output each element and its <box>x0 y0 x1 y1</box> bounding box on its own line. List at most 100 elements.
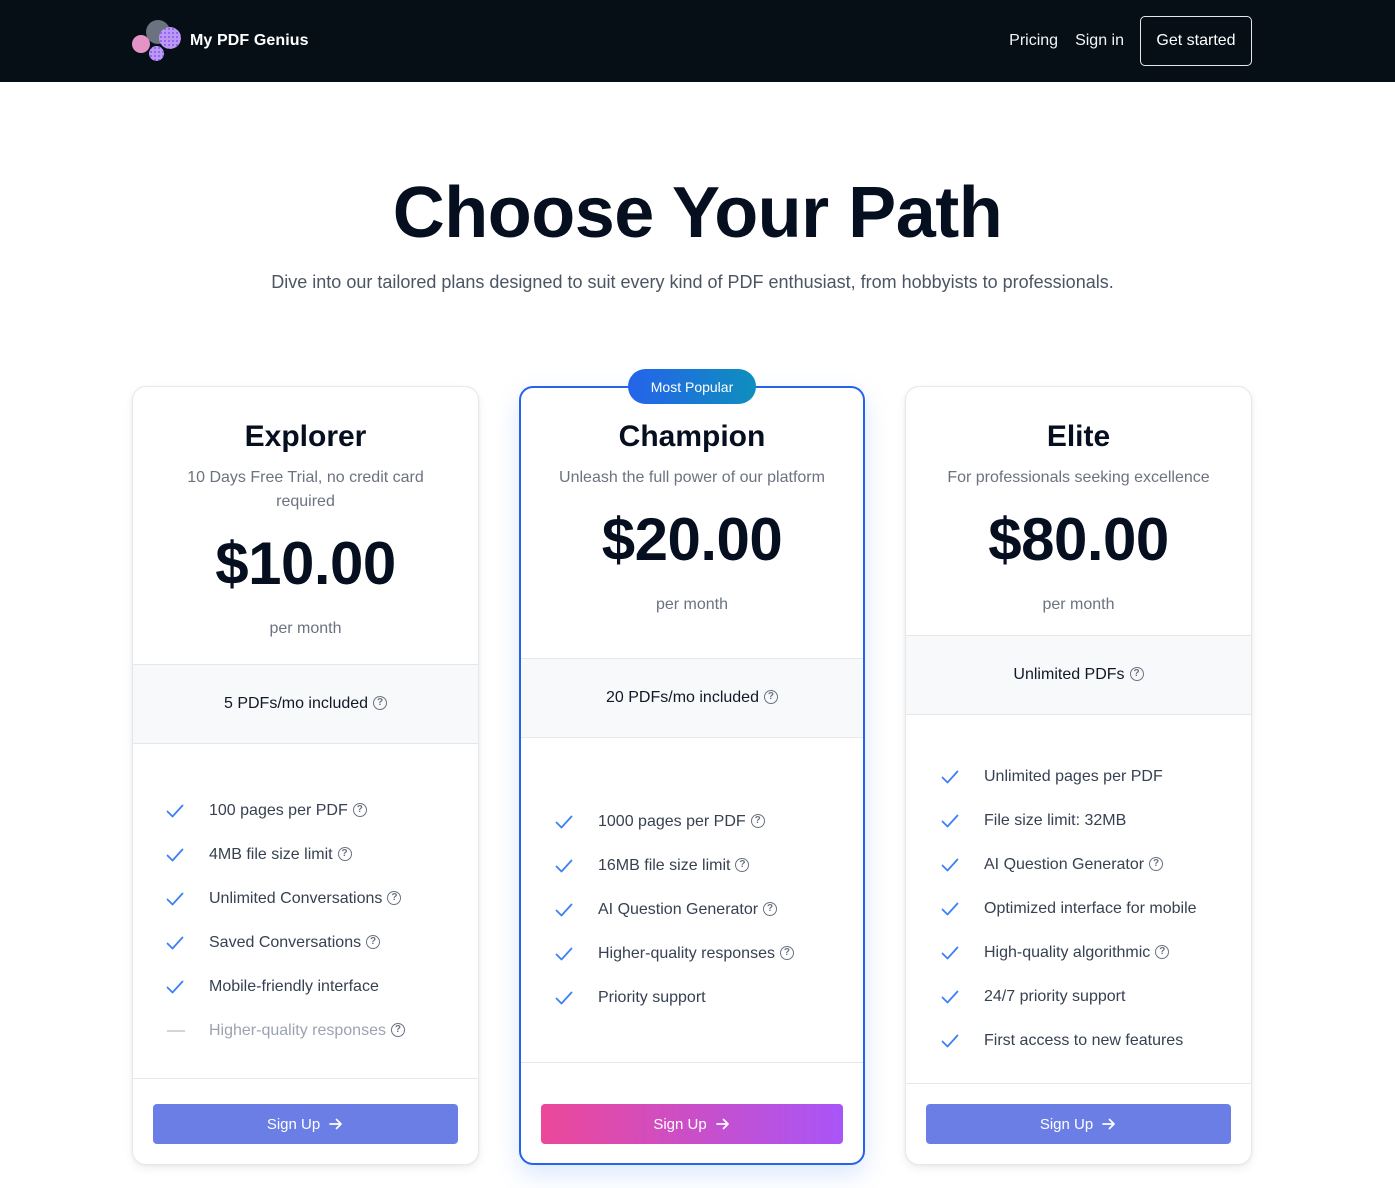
page-title: Choose Your Path <box>392 173 1003 253</box>
arrow-right-icon <box>1101 1116 1117 1132</box>
get-started-button[interactable]: Get started <box>1140 16 1252 66</box>
feature-item: 16MB file size limit ? <box>554 844 843 888</box>
feature-item: 4MB file size limit ? <box>165 833 458 877</box>
plan-header: Elite For professionals seeking excellen… <box>906 420 1251 614</box>
nav-link-sign-in[interactable]: Sign in <box>1075 32 1124 50</box>
most-popular-badge: Most Popular <box>628 369 756 404</box>
arrow-right-icon <box>715 1116 731 1132</box>
feature-label: 100 pages per PDF <box>209 802 348 819</box>
plan-price: $10.00 <box>215 530 396 597</box>
brand-logo-link[interactable]: My PDF Genius <box>132 19 309 63</box>
plan-card-explorer: Explorer 10 Days Free Trial, no credit c… <box>132 386 479 1165</box>
dash-icon <box>167 1030 185 1032</box>
check-icon <box>554 856 574 876</box>
plan-quota: Unlimited PDFs ? <box>906 635 1251 715</box>
help-icon[interactable]: ? <box>763 690 778 704</box>
plan-description: Unleash the full power of our platform <box>559 469 825 486</box>
help-icon[interactable]: ? <box>763 902 778 916</box>
feature-label: First access to new features <box>984 1032 1184 1049</box>
feature-list: 1000 pages per PDF ? 16MB file size limi… <box>554 800 843 1020</box>
plan-description: 10 Days Free Trial, no credit card requi… <box>187 469 424 510</box>
check-icon <box>554 944 574 964</box>
help-icon[interactable]: ? <box>1155 945 1170 959</box>
help-icon[interactable]: ? <box>387 891 402 905</box>
feature-label: Higher-quality responses <box>209 1022 386 1039</box>
plan-quota: 20 PDFs/mo included ? <box>521 658 863 738</box>
check-icon <box>940 987 960 1007</box>
check-icon <box>165 889 185 909</box>
sign-up-label: Sign Up <box>1039 1115 1094 1133</box>
check-icon <box>165 801 185 821</box>
check-icon <box>940 811 960 831</box>
feature-item: Higher-quality responses ? <box>165 1009 458 1053</box>
sign-up-button[interactable]: Sign Up <box>541 1104 843 1144</box>
logo-icon <box>132 19 184 63</box>
sign-up-label: Sign Up <box>266 1115 321 1133</box>
plan-price: $80.00 <box>988 506 1169 573</box>
feature-item: First access to new features <box>940 1019 1231 1063</box>
feature-item: Higher-quality responses ? <box>554 932 843 976</box>
feature-label: Unlimited Conversations <box>209 890 383 907</box>
plan-card-elite: Elite For professionals seeking excellen… <box>905 386 1252 1165</box>
feature-label: 4MB file size limit <box>209 846 333 863</box>
sign-up-button[interactable]: Sign Up <box>153 1104 458 1144</box>
nav-link-pricing[interactable]: Pricing <box>1009 32 1058 50</box>
nav-links: Pricing Sign in Get started <box>1009 16 1252 66</box>
help-icon[interactable]: ? <box>352 803 367 817</box>
feature-list: Unlimited pages per PDF File size limit:… <box>940 755 1231 1063</box>
plan-period: per month <box>1042 596 1115 613</box>
feature-label: Priority support <box>598 989 706 1006</box>
sign-up-button[interactable]: Sign Up <box>926 1104 1231 1144</box>
feature-item: 24/7 priority support <box>940 975 1231 1019</box>
check-icon <box>554 988 574 1008</box>
plan-price: $20.00 <box>601 506 783 573</box>
feature-item: Mobile-friendly interface <box>165 965 458 1009</box>
plan-footer: Sign Up <box>906 1083 1251 1164</box>
feature-label: 24/7 priority support <box>984 988 1126 1005</box>
feature-item: AI Question Generator ? <box>554 888 843 932</box>
feature-label: 1000 pages per PDF <box>598 813 746 830</box>
plan-quota-label: 5 PDFs/mo included <box>223 695 369 712</box>
brand-name: My PDF Genius <box>190 32 309 49</box>
help-icon[interactable]: ? <box>337 847 352 861</box>
feature-label: AI Question Generator <box>598 901 759 918</box>
check-icon <box>165 933 185 953</box>
sign-up-label: Sign Up <box>653 1115 707 1133</box>
feature-item: Optimized interface for mobile <box>940 887 1231 931</box>
feature-item: File size limit: 32MB <box>940 799 1231 843</box>
page-subtitle: Dive into our tailored plans designed to… <box>271 272 1114 292</box>
feature-label: 16MB file size limit <box>598 857 731 874</box>
feature-item: 100 pages per PDF ? <box>165 789 458 833</box>
help-icon[interactable]: ? <box>750 814 765 828</box>
feature-label: High-quality algorithmic <box>984 944 1151 961</box>
feature-label: Optimized interface for mobile <box>984 900 1197 917</box>
check-icon <box>554 900 574 920</box>
help-icon[interactable]: ? <box>366 935 381 949</box>
feature-label: Higher-quality responses <box>598 945 775 962</box>
feature-item: Priority support <box>554 976 843 1020</box>
plan-name: Explorer <box>244 420 367 453</box>
feature-list: 100 pages per PDF ? 4MB file size limit … <box>165 789 458 1053</box>
help-icon[interactable]: ? <box>1129 667 1144 681</box>
feature-label: File size limit: 32MB <box>984 812 1127 829</box>
help-icon[interactable]: ? <box>373 696 388 710</box>
plan-quota-label: 20 PDFs/mo included <box>606 689 759 706</box>
plan-name: Elite <box>1046 420 1111 453</box>
help-icon[interactable]: ? <box>779 946 794 960</box>
plan-header: Explorer 10 Days Free Trial, no credit c… <box>133 420 478 638</box>
feature-label: Mobile-friendly interface <box>209 978 379 995</box>
help-icon[interactable]: ? <box>390 1023 405 1037</box>
feature-item: Saved Conversations ? <box>165 921 458 965</box>
plan-header: Champion Unleash the full power of our p… <box>521 420 863 614</box>
check-icon <box>165 845 185 865</box>
plan-quota-label: Unlimited PDFs <box>1013 666 1125 683</box>
help-icon[interactable]: ? <box>735 858 750 872</box>
feature-label: Unlimited pages per PDF <box>984 768 1163 785</box>
plan-card-champion: Most Popular Champion Unleash the full p… <box>519 369 865 1165</box>
feature-item: High-quality algorithmic ? <box>940 931 1231 975</box>
check-icon <box>940 1031 960 1051</box>
plan-period: per month <box>269 620 342 637</box>
help-icon[interactable]: ? <box>1149 857 1164 871</box>
check-icon <box>940 767 960 787</box>
feature-item: Unlimited Conversations ? <box>165 877 458 921</box>
